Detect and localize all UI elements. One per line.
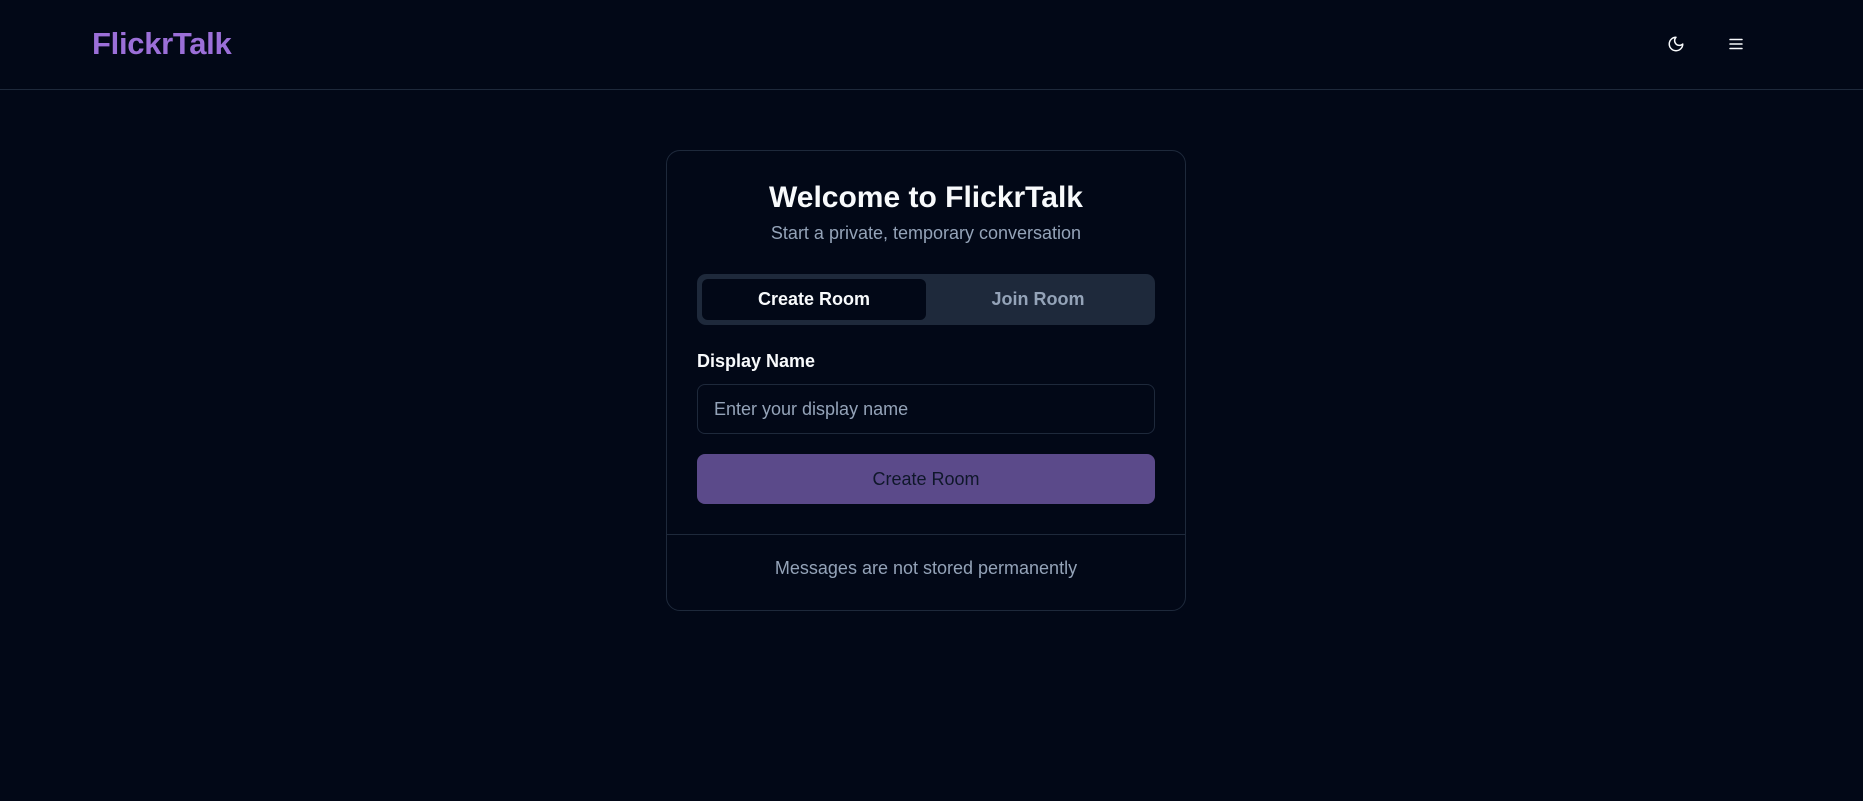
top-navbar: FlickrTalk	[0, 0, 1863, 90]
tab-join-room[interactable]: Join Room	[926, 279, 1150, 320]
welcome-card: Welcome to FlickrTalk Start a private, t…	[666, 150, 1186, 611]
card-title: Welcome to FlickrTalk	[769, 181, 1083, 214]
card-subtitle: Start a private, temporary conversation	[770, 223, 1082, 243]
privacy-note: Messages are not stored permanently	[774, 558, 1078, 578]
room-mode-tabs: Create Room Join Room	[697, 274, 1155, 325]
theme-toggle-button[interactable]	[1656, 24, 1696, 64]
display-name-label: Display Name	[697, 351, 816, 371]
tab-create-room[interactable]: Create Room	[702, 279, 926, 320]
hamburger-menu-icon	[1729, 38, 1743, 50]
display-name-input[interactable]	[697, 384, 1155, 434]
menu-button[interactable]	[1716, 24, 1756, 64]
moon-icon	[1668, 36, 1684, 52]
card-divider	[667, 534, 1185, 535]
brand-logo[interactable]: FlickrTalk	[92, 26, 232, 62]
create-room-button[interactable]: Create Room	[697, 454, 1155, 504]
